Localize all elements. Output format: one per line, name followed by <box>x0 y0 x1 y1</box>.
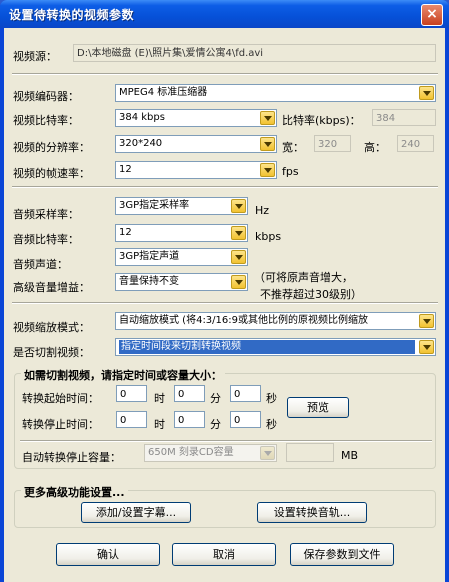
stop-capacity-input[interactable] <box>286 443 334 462</box>
separator <box>12 186 438 188</box>
scale-mode-select[interactable]: 自动缩放模式 (将4:3/16:9或其他比例的原视频比例缩放 <box>115 312 436 330</box>
resolution-select[interactable]: 320*240 <box>115 135 277 153</box>
close-button[interactable]: × <box>421 4 443 26</box>
audio-samplerate-label: 音频采样率： <box>13 208 79 221</box>
preview-button[interactable]: 预览 <box>287 397 349 418</box>
second-unit: 秒 <box>266 418 277 431</box>
chevron-down-icon[interactable] <box>419 340 434 354</box>
video-encoder-value: MPEG4 标准压缩器 <box>119 87 208 98</box>
dialog-window: 设置待转换的视频参数 × 视频源： D:\本地磁盘 (E)\照片集\爱情公寓4\… <box>0 0 449 582</box>
volume-gain-note-2: 不推荐超过30级别） <box>260 288 362 301</box>
cut-group-title: 如需切割视频，请指定时间或容量大小： <box>21 367 225 383</box>
separator <box>20 440 432 442</box>
chevron-down-icon[interactable] <box>419 86 434 100</box>
save-params-button[interactable]: 保存参数到文件 <box>290 543 394 566</box>
chevron-down-icon[interactable] <box>260 446 275 460</box>
video-bitrate-value: 384 kbps <box>119 112 165 123</box>
framerate-unit: fps <box>282 165 299 178</box>
separator <box>12 302 438 304</box>
second-unit: 秒 <box>266 392 277 405</box>
cancel-button[interactable]: 取消 <box>172 543 276 566</box>
start-hour-input[interactable]: 0 <box>116 385 147 402</box>
video-encoder-label: 视频编码器： <box>13 90 79 103</box>
volume-gain-select[interactable]: 音量保持不变 <box>115 273 248 291</box>
chevron-down-icon[interactable] <box>231 275 246 289</box>
samplerate-unit: Hz <box>255 204 270 217</box>
bitrate-kbps-field: 384 <box>372 109 436 126</box>
cut-video-value: 指定时间段来切割转换视频 <box>119 340 415 354</box>
height-label: 高： <box>364 141 386 154</box>
stop-minute-input[interactable]: 0 <box>174 411 205 428</box>
chevron-down-icon[interactable] <box>260 111 275 125</box>
chevron-down-icon[interactable] <box>419 314 434 328</box>
source-path-field: D:\本地磁盘 (E)\照片集\爱情公寓4\fd.avi <box>73 44 436 62</box>
ok-button[interactable]: 确认 <box>56 543 160 566</box>
hour-unit: 时 <box>154 418 165 431</box>
stop-time-label: 转换停止时间： <box>22 418 99 431</box>
hour-unit: 时 <box>154 392 165 405</box>
framerate-select[interactable]: 12 <box>115 161 277 179</box>
dialog-body: 视频源： D:\本地磁盘 (E)\照片集\爱情公寓4\fd.avi 视频编码器：… <box>4 28 445 582</box>
width-field: 320 <box>314 135 351 152</box>
audio-track-button[interactable]: 设置转换音轨... <box>257 502 367 523</box>
audio-bitrate-value: 12 <box>119 227 132 238</box>
resolution-value: 320*240 <box>119 138 163 149</box>
volume-gain-note: （可将原声音增大， <box>254 271 353 284</box>
cut-video-select[interactable]: 指定时间段来切割转换视频 <box>115 338 436 356</box>
resolution-label: 视频的分辨率： <box>13 141 90 154</box>
window-title: 设置待转换的视频参数 <box>9 8 135 22</box>
start-minute-input[interactable]: 0 <box>174 385 205 402</box>
volume-gain-label: 高级音量增益： <box>13 281 90 294</box>
video-encoder-select[interactable]: MPEG4 标准压缩器 <box>115 84 436 102</box>
scale-mode-label: 视频缩放模式： <box>13 321 90 334</box>
video-bitrate-select[interactable]: 384 kbps <box>115 109 277 127</box>
stop-capacity-select[interactable]: 650M 刻录CD容量 <box>144 444 277 462</box>
audio-channel-label: 音频声道： <box>13 258 68 271</box>
title-bar[interactable]: 设置待转换的视频参数 × <box>0 0 449 28</box>
source-label: 视频源： <box>13 50 57 63</box>
audio-bitrate-select[interactable]: 12 <box>115 224 248 242</box>
volume-gain-value: 音量保持不变 <box>119 276 179 287</box>
width-label: 宽： <box>282 141 304 154</box>
audio-bitrate-unit: kbps <box>255 230 282 243</box>
video-bitrate-label: 视频比特率： <box>13 114 79 127</box>
stop-second-input[interactable]: 0 <box>230 411 261 428</box>
scale-mode-value: 自动缩放模式 (将4:3/16:9或其他比例的原视频比例缩放 <box>119 315 368 326</box>
stop-capacity-value: 650M 刻录CD容量 <box>148 447 234 458</box>
audio-bitrate-label: 音频比特率： <box>13 233 79 246</box>
chevron-down-icon[interactable] <box>231 226 246 240</box>
chevron-down-icon[interactable] <box>260 163 275 177</box>
capacity-unit: MB <box>341 449 359 462</box>
framerate-label: 视频的帧速率： <box>13 167 90 180</box>
subtitle-settings-button[interactable]: 添加/设置字幕... <box>81 502 191 523</box>
separator <box>12 73 438 75</box>
minute-unit: 分 <box>210 418 221 431</box>
height-field: 240 <box>397 135 434 152</box>
stop-capacity-label: 自动转换停止容量： <box>22 451 121 464</box>
audio-samplerate-value: 3GP指定采样率 <box>119 200 190 211</box>
chevron-down-icon[interactable] <box>260 137 275 151</box>
cut-video-label: 是否切割视频： <box>13 346 90 359</box>
chevron-down-icon[interactable] <box>231 199 246 213</box>
audio-channel-select[interactable]: 3GP指定声道 <box>115 248 248 266</box>
audio-samplerate-select[interactable]: 3GP指定采样率 <box>115 197 248 215</box>
start-time-label: 转换起始时间： <box>22 392 99 405</box>
bitrate-kbps-label: 比特率(kbps)： <box>282 114 361 127</box>
start-second-input[interactable]: 0 <box>230 385 261 402</box>
minute-unit: 分 <box>210 392 221 405</box>
advanced-group-title: 更多高级功能设置... <box>21 484 128 500</box>
chevron-down-icon[interactable] <box>231 250 246 264</box>
audio-channel-value: 3GP指定声道 <box>119 251 180 262</box>
framerate-value: 12 <box>119 164 132 175</box>
stop-hour-input[interactable]: 0 <box>116 411 147 428</box>
